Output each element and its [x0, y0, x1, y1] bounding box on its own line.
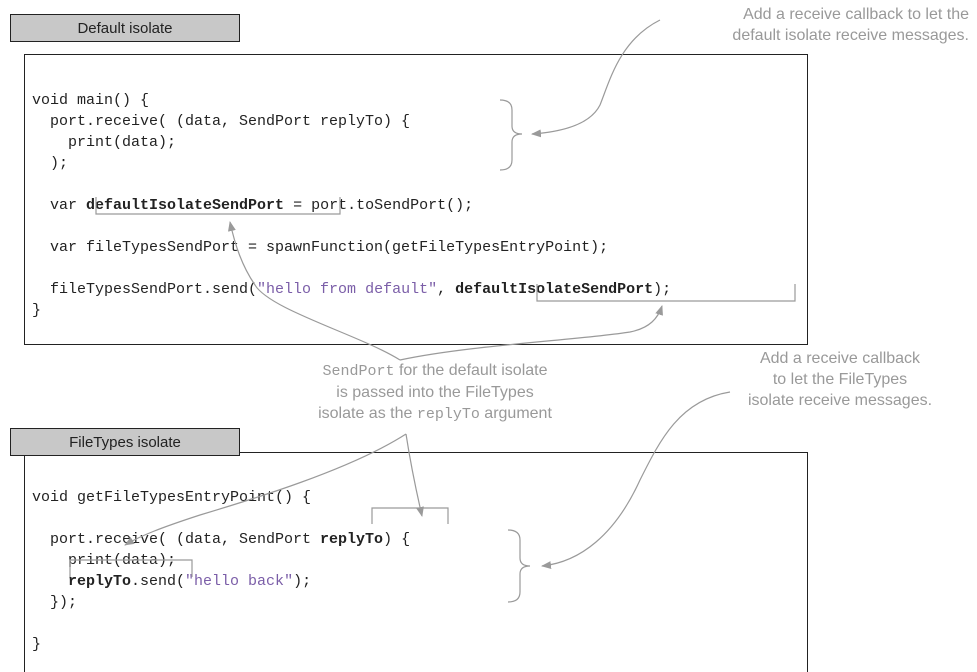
filetypes-callback-line-3: isolate receive messages.	[747, 392, 933, 409]
default-code-line: port.receive( (data, SendPort replyTo) {	[32, 113, 411, 130]
filetypes-callback-line-2: to let the FileTypes	[772, 371, 908, 388]
sendport-note-pre-3: isolate as the	[318, 405, 417, 422]
top-callback-line-1: Add a receive callback to let the	[743, 6, 969, 23]
sendport-note-mono-1: SendPort	[322, 363, 395, 380]
sendport-note-line-2: is passed into the FileTypes	[336, 384, 534, 401]
filetypes-code-line: }	[32, 636, 42, 653]
default-isolate-code: void main() { port.receive( (data, SendP…	[32, 90, 671, 321]
default-code-line: );	[32, 155, 69, 172]
code-string: "hello back"	[185, 573, 294, 590]
default-code-line	[32, 174, 671, 195]
code-identifier: replyTo	[68, 573, 132, 590]
code-identifier: defaultIsolateSendPort	[86, 197, 285, 214]
sendport-note: SendPort for the default isolate is pass…	[270, 360, 600, 425]
top-callback-note: Add a receive callback to let the defaul…	[732, 4, 969, 46]
filetypes-code-line: print(data);	[32, 552, 177, 569]
filetypes-callback-note: Add a receive callback to let the FileTy…	[720, 348, 960, 411]
top-callback-line-2: default isolate receive messages.	[732, 27, 969, 44]
filetypes-code-line	[32, 613, 410, 634]
code-identifier: defaultIsolateSendPort	[455, 281, 654, 298]
code-identifier: replyTo	[320, 531, 384, 548]
default-isolate-title: Default isolate	[10, 14, 240, 42]
default-code-line: fileTypesSendPort.send("hello from defau…	[32, 281, 672, 298]
filetypes-code-line: replyTo.send("hello back");	[68, 573, 312, 590]
default-code-line: var defaultIsolateSendPort = port.toSend…	[32, 197, 474, 214]
code-string: "hello from default"	[257, 281, 438, 298]
default-code-line: }	[32, 302, 42, 319]
filetypes-code-line: port.receive( (data, SendPort replyTo) {	[32, 531, 411, 548]
filetypes-isolate-code: void getFileTypesEntryPoint() { port.rec…	[32, 487, 410, 655]
filetypes-code-line: });	[32, 594, 78, 611]
filetypes-isolate-title: FileTypes isolate	[10, 428, 240, 456]
default-code-line	[32, 258, 671, 279]
sendport-note-rest-1: for the default isolate	[394, 362, 548, 379]
default-code-line: var fileTypesSendPort = spawnFunction(ge…	[32, 239, 609, 256]
default-code-line	[32, 216, 671, 237]
filetypes-callback-line-1: Add a receive callback	[759, 350, 921, 367]
filetypes-code-line	[32, 508, 410, 529]
default-code-line: print(data);	[32, 134, 177, 151]
filetypes-code-line: void getFileTypesEntryPoint() {	[32, 489, 312, 506]
sendport-note-post-3: argument	[479, 405, 552, 422]
default-code-line: void main() {	[32, 92, 150, 109]
sendport-note-mono-3: replyTo	[416, 406, 480, 423]
